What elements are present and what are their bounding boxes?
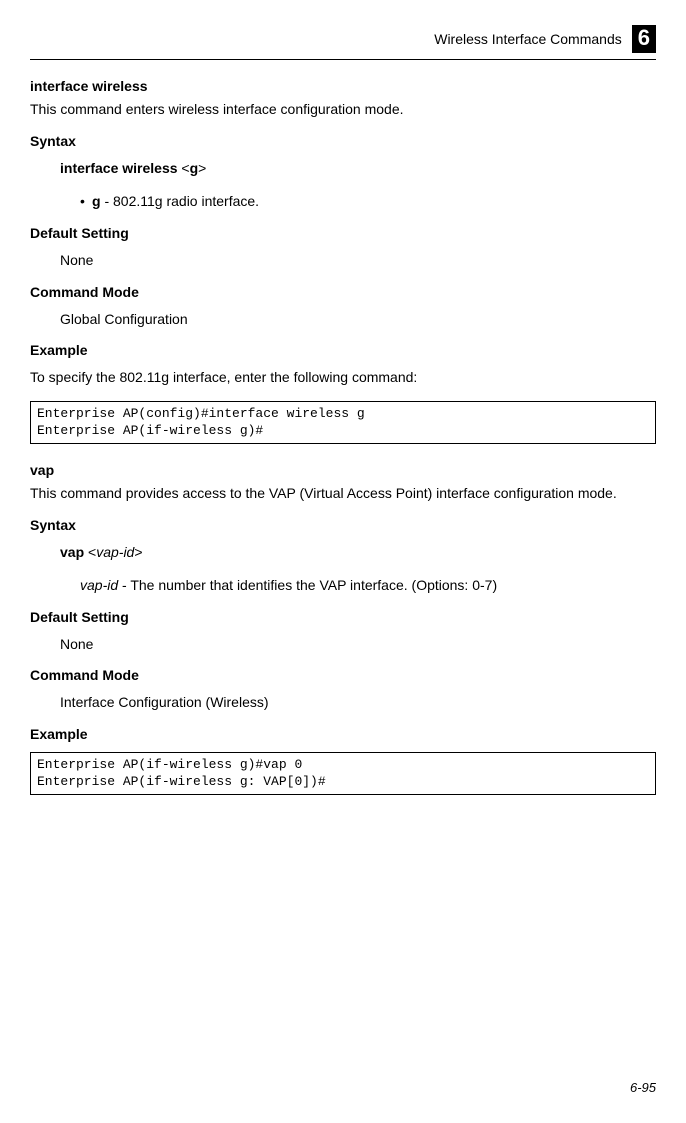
cmd1-code-block: Enterprise AP(config)#interface wireless… xyxy=(30,401,656,444)
header-title: Wireless Interface Commands xyxy=(434,31,622,47)
cmd2-description: This command provides access to the VAP … xyxy=(30,484,656,503)
cmd1-mode-label: Command Mode xyxy=(30,284,656,300)
syntax-keyword: vap xyxy=(60,544,84,560)
syntax-open: < xyxy=(178,160,190,176)
bullet-icon: • xyxy=(80,192,92,211)
cmd1-param-line: •g - 802.11g radio interface. xyxy=(80,192,656,211)
syntax-close: > xyxy=(198,160,206,176)
cmd2-default-label: Default Setting xyxy=(30,609,656,625)
param-name: vap-id xyxy=(80,577,118,593)
cmd1-example-desc: To specify the 802.11g interface, enter … xyxy=(30,368,656,387)
cmd2-default-value: None xyxy=(60,635,656,654)
param-desc: - 802.11g radio interface. xyxy=(101,193,260,209)
cmd2-syntax-label: Syntax xyxy=(30,517,656,533)
cmd2-mode-value: Interface Configuration (Wireless) xyxy=(60,693,656,712)
header-divider xyxy=(30,59,656,60)
syntax-arg: vap-id xyxy=(96,544,134,560)
cmd1-example-label: Example xyxy=(30,342,656,358)
cmd2-syntax-line: vap <vap-id> xyxy=(60,543,656,562)
cmd1-mode-value: Global Configuration xyxy=(60,310,656,329)
cmd1-default-label: Default Setting xyxy=(30,225,656,241)
cmd1-default-value: None xyxy=(60,251,656,270)
cmd2-code-block: Enterprise AP(if-wireless g)#vap 0 Enter… xyxy=(30,752,656,795)
syntax-keyword: interface wireless xyxy=(60,160,178,176)
cmd2-example-label: Example xyxy=(30,726,656,742)
cmd1-title: interface wireless xyxy=(30,78,656,94)
page-number: 6-95 xyxy=(630,1080,656,1095)
syntax-arg: g xyxy=(190,160,199,176)
param-name: g xyxy=(92,193,101,209)
page-header: Wireless Interface Commands 6 xyxy=(30,25,656,53)
syntax-close: > xyxy=(134,544,142,560)
cmd1-syntax-label: Syntax xyxy=(30,133,656,149)
chapter-number-box: 6 xyxy=(632,25,656,53)
cmd2-title: vap xyxy=(30,462,656,478)
cmd2-mode-label: Command Mode xyxy=(30,667,656,683)
cmd1-description: This command enters wireless interface c… xyxy=(30,100,656,119)
cmd1-syntax-line: interface wireless <g> xyxy=(60,159,656,178)
param-desc: - The number that identifies the VAP int… xyxy=(118,577,497,593)
cmd2-param-line: vap-id - The number that identifies the … xyxy=(80,576,656,595)
syntax-open: < xyxy=(84,544,96,560)
